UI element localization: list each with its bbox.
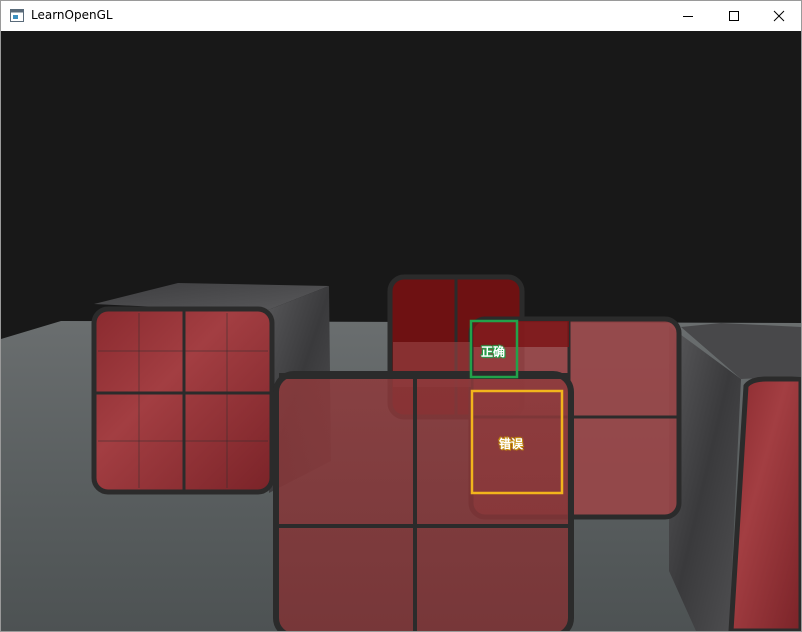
wrong-annotation-label: 错误 (499, 437, 524, 451)
close-button[interactable] (756, 1, 801, 31)
app-icon (10, 9, 24, 22)
maximize-icon (729, 11, 739, 21)
front-window (273, 371, 574, 631)
app-window: LearnOpenGL 正确 错误 (0, 0, 802, 632)
maximize-button[interactable] (711, 1, 757, 31)
minimize-icon (683, 16, 693, 17)
title-bar[interactable]: LearnOpenGL (1, 1, 801, 31)
minimize-button[interactable] (665, 1, 711, 31)
correct-annotation-label: 正确 (481, 345, 506, 359)
scene-render (1, 274, 801, 631)
opengl-viewport[interactable]: 正确 错误 (1, 31, 801, 631)
close-icon (773, 10, 785, 22)
window-title: LearnOpenGL (31, 8, 113, 22)
